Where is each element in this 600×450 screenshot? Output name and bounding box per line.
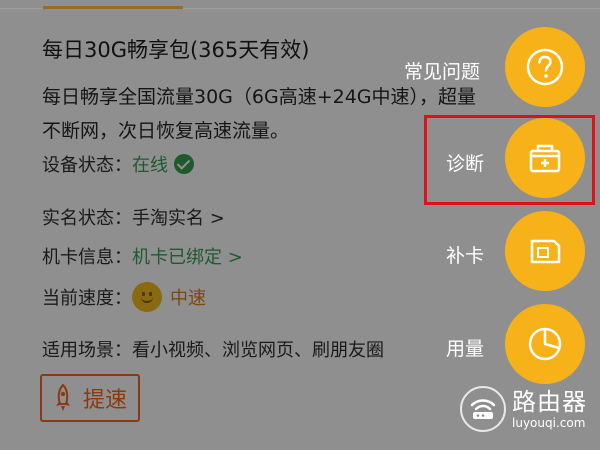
device-status-label: 设备状态： (42, 155, 132, 176)
check-circle-icon (174, 154, 194, 174)
description-line: 每日畅享全国流量30G（6G高速+24G中速），超量 (42, 86, 477, 108)
boost-button[interactable]: 提速 (40, 374, 140, 422)
question-icon (526, 48, 564, 86)
boost-button-label: 提速 (82, 388, 127, 413)
current-speed-value: 中速 (170, 288, 206, 309)
current-speed-row: 当前速度： 中速 (42, 282, 206, 312)
device-status-row: 设备状态： 在线 (42, 151, 194, 177)
card-info-row[interactable]: 机卡信息： 机卡已绑定 > (42, 243, 243, 269)
watermark-text: 路由器 luyouqi.com (512, 388, 587, 430)
scenarios-row: 适用场景： 看小视频、浏览网页、刷朋友圈 (42, 336, 384, 362)
watermark: 路由器 luyouqi.com (460, 386, 587, 432)
pie-chart-icon (528, 327, 562, 361)
scenarios-value: 看小视频、浏览网页、刷朋友圈 (132, 340, 384, 361)
realname-status-row[interactable]: 实名状态： 手淘实名 > (42, 204, 225, 230)
active-tab-indicator (43, 6, 183, 9)
plan-title: 每日30G畅享包(365天有效) (42, 38, 310, 62)
realname-status-label: 实名状态： (42, 208, 132, 229)
card-info-label: 机卡信息： (42, 247, 132, 268)
card-info-link[interactable]: 机卡已绑定 > (132, 243, 243, 269)
router-logo-icon (460, 386, 506, 432)
diagnose-highlight-box (424, 115, 595, 205)
scenarios-label: 适用场景： (42, 340, 132, 361)
rocket-icon (55, 384, 70, 411)
smiley-icon (132, 282, 162, 312)
fab-label-replace-card[interactable]: 补卡 (446, 241, 484, 268)
current-speed-label: 当前速度： (42, 288, 132, 309)
sim-card-icon (530, 239, 561, 264)
device-status-value: 在线 (132, 155, 168, 176)
fab-label-faq[interactable]: 常见问题 (404, 57, 480, 84)
watermark-en: luyouqi.com (512, 416, 586, 430)
replace-card-button[interactable] (505, 211, 585, 291)
faq-button[interactable] (505, 27, 585, 107)
usage-button[interactable] (505, 304, 585, 384)
fab-label-usage[interactable]: 用量 (446, 334, 484, 361)
watermark-cn: 路由器 (512, 388, 587, 416)
realname-status-link[interactable]: 手淘实名 > (132, 204, 225, 230)
